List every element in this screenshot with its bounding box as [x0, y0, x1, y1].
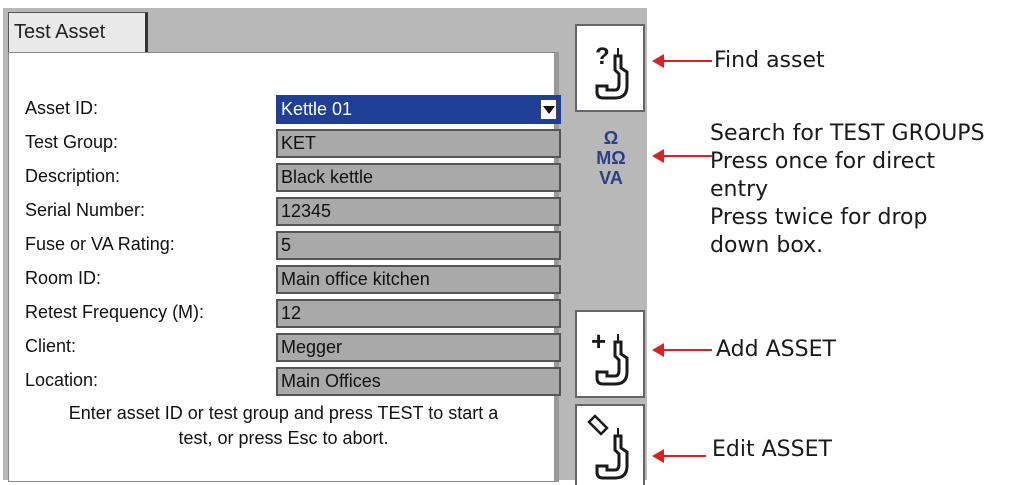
- test-groups-arrow: [652, 149, 712, 163]
- add-asset-callout: Add ASSET: [716, 337, 836, 362]
- fuse-rating-label: Fuse or VA Rating:: [25, 234, 175, 254]
- room-id-field[interactable]: Main office kitchen: [276, 265, 561, 294]
- find-asset-button[interactable]: ?: [575, 24, 645, 112]
- serial-number-label: Serial Number:: [25, 200, 146, 220]
- client-label: Client:: [25, 336, 77, 356]
- find-asset-icon: ?: [595, 43, 629, 100]
- edit-asset-arrow: [652, 449, 706, 463]
- device-screen: Test Asset Asset ID: Kettle 01 Test Grou…: [3, 8, 647, 485]
- asset-id-value: Kettle 01: [281, 99, 353, 119]
- serial-number-field[interactable]: 12345: [276, 197, 561, 226]
- test-groups-button[interactable]: Ω MΩ VA: [577, 124, 645, 204]
- description-field[interactable]: Black kettle: [276, 163, 561, 192]
- description-label: Description:: [25, 166, 121, 186]
- edit-asset-icon: [587, 414, 629, 480]
- room-id-label: Room ID:: [25, 268, 102, 288]
- question-glyph: ?: [595, 43, 610, 70]
- instruction-line-1: Enter asset ID or test group and press T…: [68, 403, 499, 423]
- retest-frequency-field[interactable]: 12: [276, 299, 561, 328]
- test-group-field[interactable]: KET: [276, 129, 561, 158]
- test-group-label: Test Group:: [25, 132, 119, 152]
- instruction-text: Enter asset ID or test group and press T…: [8, 401, 559, 451]
- asset-id-dropdown[interactable]: Kettle 01: [276, 95, 561, 124]
- va-label: VA: [599, 168, 623, 188]
- megohm-label: MΩ: [596, 148, 626, 168]
- retest-frequency-label: Retest Frequency (M):: [25, 302, 205, 322]
- test-groups-callout-line-3: entry: [710, 177, 769, 202]
- plus-glyph: +: [591, 326, 606, 356]
- test-groups-callout: Search for TEST GROUPS Press once for di…: [710, 120, 985, 260]
- find-asset-callout: Find asset: [714, 48, 825, 73]
- location-field[interactable]: Main Offices: [276, 367, 561, 396]
- test-groups-callout-line-2: Press once for direct: [710, 149, 936, 174]
- asset-id-label: Asset ID:: [25, 98, 99, 118]
- location-label: Location:: [25, 370, 99, 390]
- client-field[interactable]: Megger: [276, 333, 561, 362]
- ohm-label: Ω: [603, 128, 619, 148]
- fuse-rating-field[interactable]: 5: [276, 231, 561, 260]
- add-asset-button[interactable]: +: [575, 310, 645, 398]
- test-groups-callout-line-4: Press twice for drop: [710, 205, 928, 230]
- test-groups-callout-line-5: down box.: [710, 233, 824, 258]
- edit-asset-callout: Edit ASSET: [712, 437, 832, 462]
- test-groups-callout-line-1: Search for TEST GROUPS: [710, 121, 985, 146]
- add-asset-arrow: [652, 343, 712, 357]
- tab-test-asset[interactable]: Test Asset: [8, 12, 148, 52]
- find-asset-arrow: [652, 54, 712, 68]
- edit-asset-button[interactable]: [575, 404, 645, 485]
- instruction-line-2: test, or press Esc to abort.: [178, 428, 389, 448]
- dropdown-arrow-icon[interactable]: [540, 99, 557, 120]
- add-asset-icon: +: [591, 326, 629, 386]
- tab-label: Test Asset: [14, 21, 106, 43]
